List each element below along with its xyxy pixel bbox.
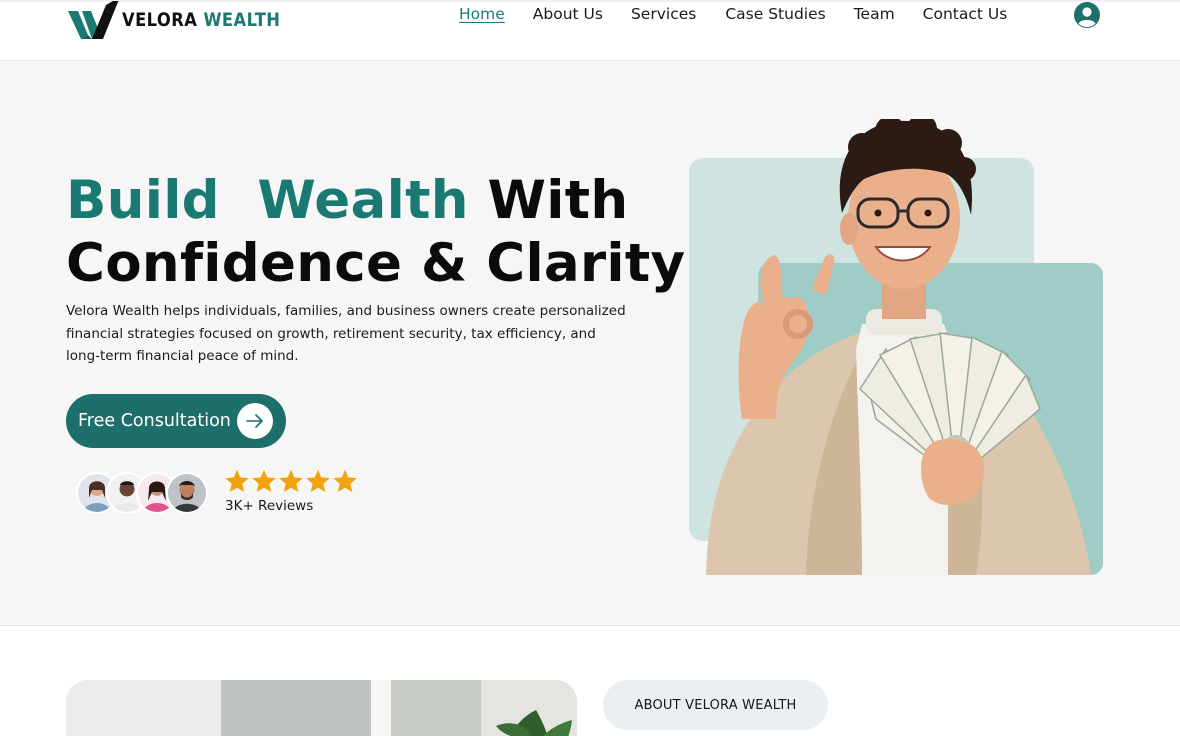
star-icon xyxy=(225,469,249,493)
arrow-right-icon xyxy=(237,403,273,439)
about-section-badge: ABOUT VELORA WEALTH xyxy=(603,680,828,730)
account-button[interactable] xyxy=(1074,2,1100,28)
headline-word-build: Build xyxy=(66,170,220,231)
site-header: VELORA WEALTH Home About Us Services Cas… xyxy=(0,0,1180,60)
headline-word-wealth: Wealth xyxy=(257,170,469,231)
star-icon xyxy=(252,469,276,493)
cta-label: Free Consultation xyxy=(78,411,231,431)
logo-mark-icon xyxy=(68,1,119,39)
user-circle-icon xyxy=(1078,7,1096,27)
star-icon xyxy=(333,469,357,493)
brand-name-secondary: WEALTH xyxy=(203,9,281,31)
nav-about-us[interactable]: About Us xyxy=(533,5,603,23)
hero-headline: Build Wealth With Confidence & Clarity xyxy=(66,169,685,295)
about-image xyxy=(66,680,577,736)
reviews-count: 3K+ Reviews xyxy=(225,498,314,514)
brand-name: VELORA WEALTH xyxy=(122,9,280,31)
free-consultation-button[interactable]: Free Consultation xyxy=(66,394,286,448)
nav-team[interactable]: Team xyxy=(854,5,895,23)
brand-name-primary: VELORA xyxy=(122,9,198,31)
hero-image xyxy=(686,114,1106,575)
hero-description: Velora Wealth helps individuals, familie… xyxy=(66,303,626,364)
hero-section: Build Wealth With Confidence & Clarity V… xyxy=(0,60,1180,626)
star-icon xyxy=(306,469,330,493)
headline-line-two: Confidence & Clarity xyxy=(66,233,686,294)
nav-services[interactable]: Services xyxy=(631,5,696,23)
headline-word-with: With xyxy=(487,170,629,231)
main-nav: Home About Us Services Case Studies Team… xyxy=(459,5,1007,23)
nav-case-studies[interactable]: Case Studies xyxy=(725,5,825,23)
brand-logo[interactable]: VELORA WEALTH xyxy=(68,0,306,40)
nav-home[interactable]: Home xyxy=(459,5,505,23)
customer-avatars xyxy=(76,472,216,514)
rating-stars xyxy=(224,468,359,494)
customer-avatar xyxy=(166,472,208,514)
nav-contact-us[interactable]: Contact Us xyxy=(923,5,1008,23)
star-icon xyxy=(279,469,303,493)
